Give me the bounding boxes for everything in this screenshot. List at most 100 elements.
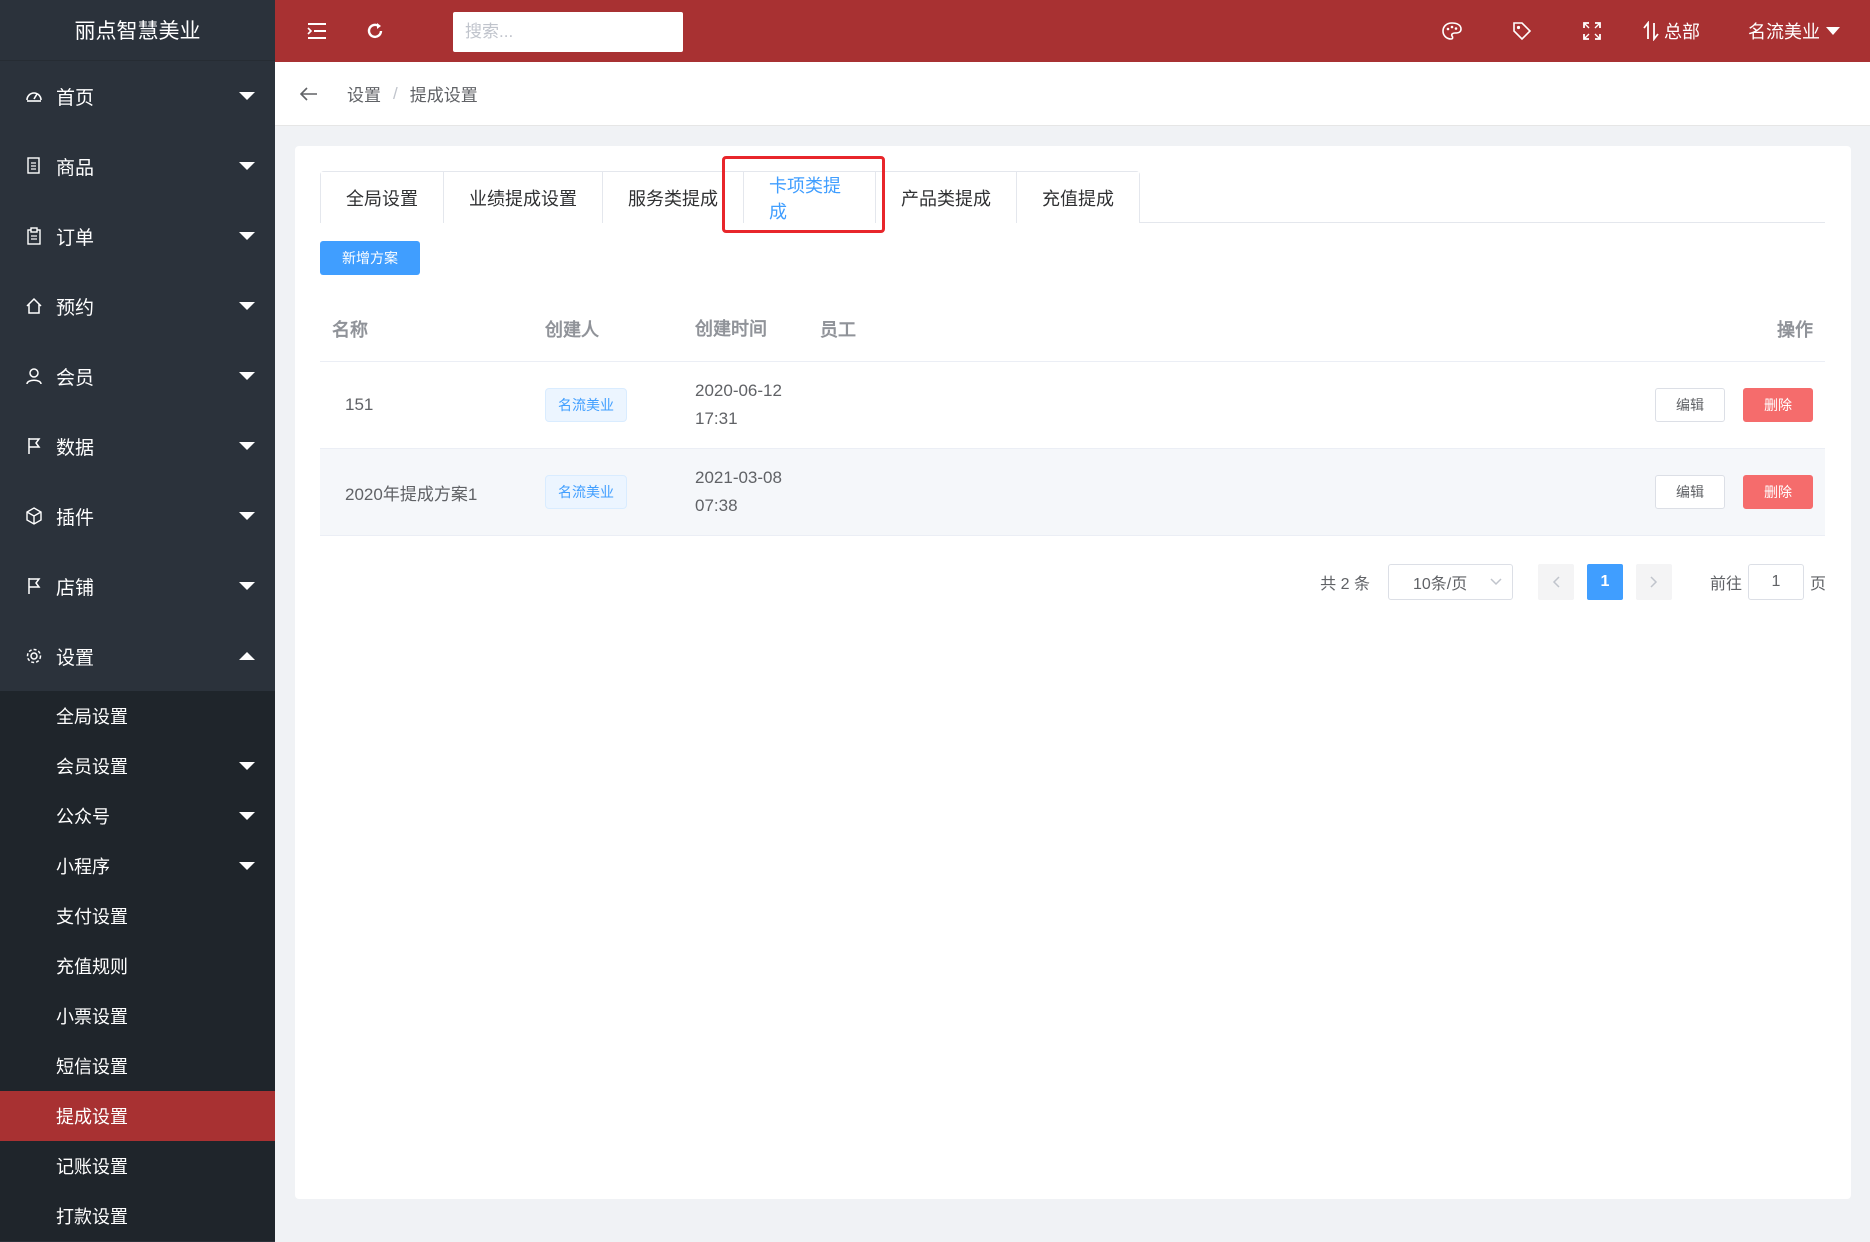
edit-button[interactable]: 编辑: [1655, 388, 1725, 422]
goto-page-input[interactable]: [1747, 564, 1804, 600]
tab-performance[interactable]: 业绩提成设置: [443, 172, 602, 223]
delete-button[interactable]: 删除: [1743, 475, 1813, 509]
flag-icon: [24, 576, 44, 596]
document-icon: [24, 156, 44, 176]
edit-button[interactable]: 编辑: [1655, 475, 1725, 509]
caret-down-icon: [239, 862, 255, 870]
header-time: 创建时间: [695, 318, 767, 339]
tag-icon[interactable]: [1502, 11, 1542, 51]
header-ops: 操作: [1777, 319, 1813, 340]
sidebar-item-home[interactable]: 首页: [0, 61, 275, 131]
sidebar: 丽点智慧美业 首页 商品 订单 预约 会员 数据 插件 店铺 设置 全局设置 会…: [0, 0, 275, 1242]
tab-list: 全局设置 业绩提成设置 服务类提成 卡项类提成 产品类提成 充值提成: [320, 171, 1140, 223]
sidebar-item-label: 预约: [56, 297, 95, 319]
settings-submenu: 全局设置 会员设置 公众号 小程序 支付设置 充值规则 小票设置 短信设置 提成…: [0, 691, 275, 1241]
sub-item-label: 小程序: [56, 857, 110, 877]
search-input[interactable]: [453, 12, 683, 52]
row-clock: 17:31: [695, 409, 738, 428]
sidebar-item-label: 会员: [56, 367, 95, 389]
breadcrumb-current: 提成设置: [409, 86, 478, 105]
user-menu[interactable]: 名流美业: [1748, 18, 1840, 44]
sidebar-item-label: 店铺: [56, 577, 95, 599]
page-number-current[interactable]: 1: [1586, 564, 1623, 600]
chevron-down-icon: [1490, 578, 1502, 586]
sub-item-label: 提成设置: [56, 1107, 128, 1127]
fullscreen-icon[interactable]: [1572, 11, 1612, 51]
sub-item-receipt[interactable]: 小票设置: [0, 991, 275, 1041]
next-page-button[interactable]: [1635, 564, 1672, 600]
sub-item-commission[interactable]: 提成设置: [0, 1091, 275, 1141]
caret-down-icon: [239, 162, 255, 170]
sidebar-item-settings[interactable]: 设置: [0, 621, 275, 691]
sub-item-global[interactable]: 全局设置: [0, 691, 275, 741]
row-date: 2020-06-12: [695, 381, 782, 400]
page-size-select[interactable]: 10条/页: [1387, 564, 1513, 600]
sidebar-item-label: 数据: [56, 437, 95, 459]
sub-item-label: 充值规则: [56, 957, 128, 977]
breadcrumb: 设置 / 提成设置: [275, 62, 1870, 126]
tab-product[interactable]: 产品类提成: [875, 172, 1016, 223]
gear-icon: [24, 646, 44, 666]
sidebar-item-booking[interactable]: 预约: [0, 271, 275, 341]
tab-recharge[interactable]: 充值提成: [1016, 172, 1139, 223]
sub-item-member-settings[interactable]: 会员设置: [0, 741, 275, 791]
sidebar-item-members[interactable]: 会员: [0, 341, 275, 411]
row-creator-cell: 名流美业: [545, 388, 695, 422]
caret-down-icon: [239, 92, 255, 100]
table-header: 名称 创建人 创建时间 员工 操作: [320, 296, 1825, 362]
flag-icon: [24, 436, 44, 456]
delete-button[interactable]: 删除: [1743, 388, 1813, 422]
row-clock: 07:38: [695, 496, 738, 515]
sub-item-official-account[interactable]: 公众号: [0, 791, 275, 841]
dashboard-icon: [24, 86, 44, 106]
header-name: 名称: [332, 319, 368, 340]
add-plan-button[interactable]: 新增方案: [320, 241, 420, 275]
caret-up-icon: [239, 652, 255, 660]
prev-page-button[interactable]: [1537, 564, 1574, 600]
creator-tag: 名流美业: [545, 475, 627, 509]
table-row: 151 名流美业 2020-06-12 17:31 编辑 删除: [320, 362, 1825, 449]
table-row: 2020年提成方案1 名流美业 2021-03-08 07:38 编辑 删除: [320, 449, 1825, 536]
caret-down-icon: [239, 302, 255, 310]
sub-item-accounting[interactable]: 记账设置: [0, 1141, 275, 1191]
sidebar-item-label: 设置: [56, 647, 95, 669]
sub-item-recharge-rules[interactable]: 充值规则: [0, 941, 275, 991]
sub-item-label: 支付设置: [56, 907, 128, 927]
sub-item-label: 公众号: [56, 807, 110, 827]
chevron-left-icon: [1552, 576, 1560, 588]
caret-down-icon: [239, 442, 255, 450]
sidebar-item-label: 商品: [56, 157, 95, 179]
palette-icon[interactable]: [1432, 11, 1472, 51]
total-count: 共 2 条: [1320, 576, 1370, 593]
caret-down-icon: [239, 812, 255, 820]
store-switch[interactable]: 总部: [1642, 18, 1700, 44]
tab-service[interactable]: 服务类提成: [602, 172, 743, 223]
sub-item-mini-program[interactable]: 小程序: [0, 841, 275, 891]
breadcrumb-parent[interactable]: 设置: [347, 81, 381, 106]
tab-card[interactable]: 卡项类提成: [743, 172, 875, 223]
row-time: 2020-06-12 17:31: [695, 377, 820, 433]
row-ops: 编辑 删除: [1625, 475, 1825, 509]
row-ops: 编辑 删除: [1625, 388, 1825, 422]
tab-global[interactable]: 全局设置: [321, 172, 443, 223]
chevron-right-icon: [1650, 576, 1658, 588]
caret-down-icon: [239, 762, 255, 770]
sidebar-item-stores[interactable]: 店铺: [0, 551, 275, 621]
row-date: 2021-03-08: [695, 468, 782, 487]
sidebar-item-plugins[interactable]: 插件: [0, 481, 275, 551]
sidebar-item-products[interactable]: 商品: [0, 131, 275, 201]
sidebar-item-data[interactable]: 数据: [0, 411, 275, 481]
plan-table: 名称 创建人 创建时间 员工 操作 151 名流美业 2020-06-12 17…: [320, 296, 1825, 536]
menu-toggle-icon[interactable]: [297, 11, 337, 51]
switch-icon: [1642, 21, 1660, 41]
sub-item-payout[interactable]: 打款设置: [0, 1191, 275, 1241]
sub-item-sms[interactable]: 短信设置: [0, 1041, 275, 1091]
sidebar-item-label: 首页: [56, 87, 95, 109]
back-arrow-icon[interactable]: [297, 82, 321, 106]
caret-down-icon: [239, 372, 255, 380]
caret-down-icon: [239, 512, 255, 520]
sidebar-item-orders[interactable]: 订单: [0, 201, 275, 271]
refresh-icon[interactable]: [355, 11, 395, 51]
sub-item-payment[interactable]: 支付设置: [0, 891, 275, 941]
user-name: 名流美业: [1748, 22, 1820, 42]
